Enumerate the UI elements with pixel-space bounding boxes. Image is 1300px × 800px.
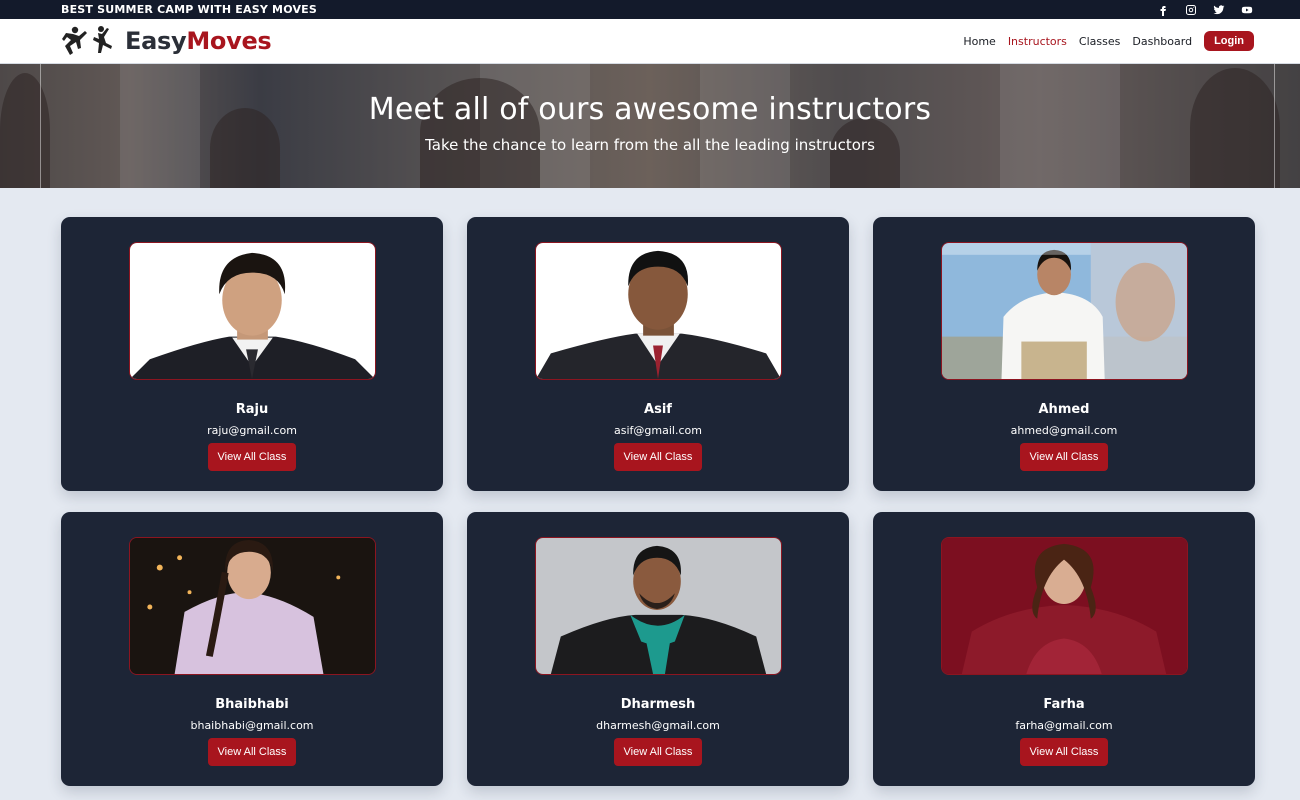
nav-dashboard-link[interactable]: Dashboard <box>1132 35 1192 48</box>
login-button[interactable]: Login <box>1204 31 1254 51</box>
view-all-class-button[interactable]: View All Class <box>207 738 297 766</box>
instructor-name: Raju <box>235 402 269 417</box>
instructor-photo <box>534 242 782 380</box>
instructor-email: ahmed@gmail.com <box>1010 424 1118 437</box>
instructor-photo <box>940 242 1188 380</box>
instructor-card: Farha farha@gmail.com View All Class <box>873 512 1255 786</box>
instructor-card: Bhaibhabi bhaibhabi@gmail.com View All C… <box>61 512 443 786</box>
hero-title: Meet all of ours awesome instructors <box>368 92 932 127</box>
view-all-class-button[interactable]: View All Class <box>613 738 703 766</box>
youtube-icon[interactable] <box>1240 4 1254 16</box>
brand-logo[interactable]: EasyMoves <box>61 24 272 58</box>
instructor-email: asif@gmail.com <box>614 424 702 437</box>
facebook-icon[interactable] <box>1156 4 1170 16</box>
instructor-card: Raju raju@gmail.com View All Class <box>61 217 443 491</box>
nav-classes-link[interactable]: Classes <box>1079 35 1120 48</box>
instructor-email: bhaibhabi@gmail.com <box>190 719 314 732</box>
brand-name-part-easy: Easy <box>125 27 187 55</box>
top-bar-tagline: BEST SUMMER CAMP WITH EASY MOVES <box>61 3 317 16</box>
brand-name-part-moves: Moves <box>186 27 272 55</box>
instructor-grid: Raju raju@gmail.com View All Class Asif … <box>61 217 1255 786</box>
instructor-email: farha@gmail.com <box>1015 719 1113 732</box>
top-bar: BEST SUMMER CAMP WITH EASY MOVES <box>0 0 1300 19</box>
view-all-class-button[interactable]: View All Class <box>1019 738 1109 766</box>
instructor-email: raju@gmail.com <box>207 424 297 437</box>
instructor-photo <box>534 537 782 675</box>
view-all-class-button[interactable]: View All Class <box>613 443 703 471</box>
nav-links: Home Instructors Classes Dashboard Login <box>963 31 1254 51</box>
instructor-name: Ahmed <box>1038 402 1090 417</box>
twitter-icon[interactable] <box>1212 4 1226 16</box>
view-all-class-button[interactable]: View All Class <box>207 443 297 471</box>
instagram-icon[interactable] <box>1184 4 1198 16</box>
instructor-photo <box>940 537 1188 675</box>
hero-subtitle: Take the chance to learn from the all th… <box>425 136 875 154</box>
instructor-email: dharmesh@gmail.com <box>596 719 720 732</box>
instructor-card: Dharmesh dharmesh@gmail.com View All Cla… <box>467 512 849 786</box>
instructor-card: Asif asif@gmail.com View All Class <box>467 217 849 491</box>
instructor-photo <box>128 537 376 675</box>
nav-home-link[interactable]: Home <box>963 35 995 48</box>
instructor-name: Dharmesh <box>620 697 696 712</box>
brand-name: EasyMoves <box>125 27 272 55</box>
instructor-card: Ahmed ahmed@gmail.com View All Class <box>873 217 1255 491</box>
view-all-class-button[interactable]: View All Class <box>1019 443 1109 471</box>
hero-banner: Meet all of ours awesome instructors Tak… <box>0 64 1300 188</box>
main-navbar: EasyMoves Home Instructors Classes Dashb… <box>0 19 1300 64</box>
instructor-name: Bhaibhabi <box>215 697 289 712</box>
nav-instructors-link[interactable]: Instructors <box>1008 35 1067 48</box>
instructor-name: Asif <box>644 402 672 417</box>
instructor-name: Farha <box>1043 697 1085 712</box>
dancers-logo-icon <box>62 26 112 55</box>
instructor-photo <box>128 242 376 380</box>
social-links <box>1156 4 1254 16</box>
